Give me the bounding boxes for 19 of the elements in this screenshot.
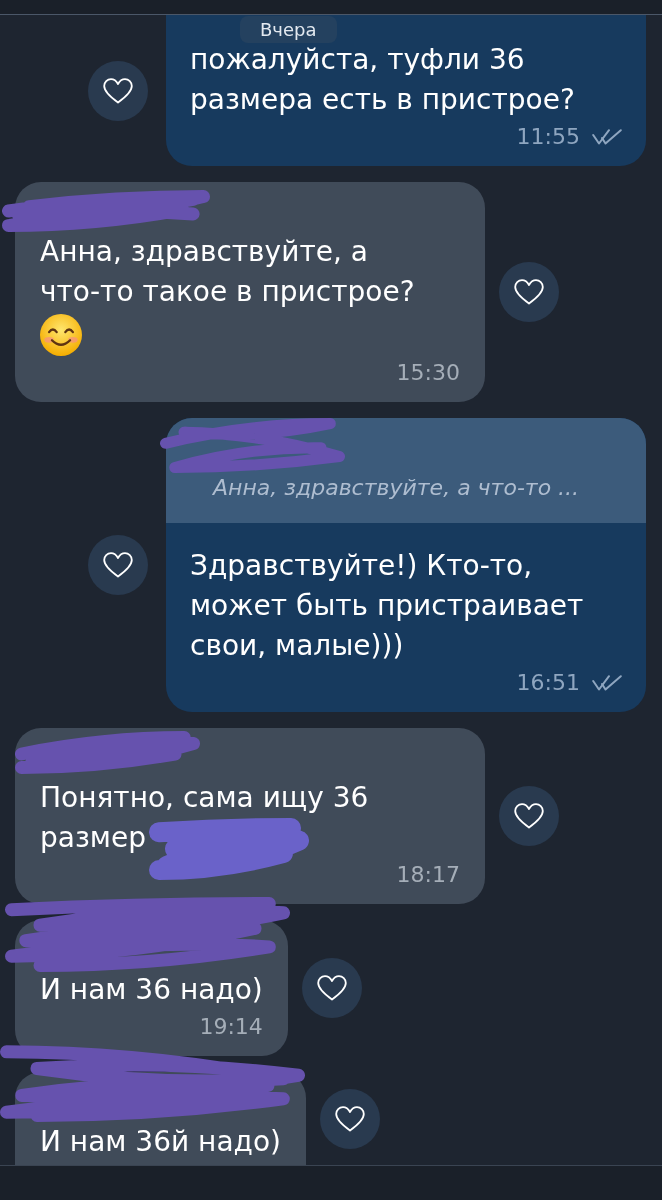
message-text: Понятно, сама ищу 36 размер [40, 780, 370, 856]
quoted-text: Анна, здравствуйте, а что-то ... [213, 474, 581, 502]
heart-icon [514, 279, 544, 305]
message-time: 16:51 [516, 670, 580, 696]
heart-icon [514, 803, 544, 829]
message-time: 19:14 [199, 1014, 263, 1040]
heart-icon [103, 77, 133, 104]
message-text: Анна, здравствуйте, а что-то такое в пристрое? [40, 234, 416, 310]
message-time: 15:30 [396, 360, 460, 386]
message-text: Здравствуйте!) Кто-то, может быть пристраивает свои, малые))) [190, 548, 585, 664]
message-text: И нам 36й надо) [40, 1124, 281, 1160]
message-text: И нам 36 надо) [40, 972, 263, 1008]
message-text: пожалуйста, туфли 36 размера есть в пристрое? [190, 42, 576, 118]
heart-icon [335, 1106, 365, 1132]
heart-icon [103, 552, 133, 578]
date-label: Вчера [240, 16, 337, 43]
heart-icon [316, 975, 347, 1001]
message-time: 18:17 [396, 862, 460, 888]
message-time: 11:55 [516, 124, 580, 150]
